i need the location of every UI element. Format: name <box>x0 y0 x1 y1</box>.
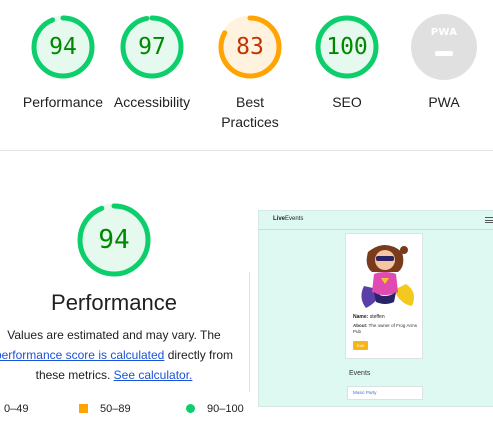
score-gauge: 97 <box>119 14 185 80</box>
screenshot-event-item: Music Party <box>347 386 423 400</box>
legend-pass-label: 90–100 <box>207 403 244 415</box>
score-calculated-link[interactable]: performance score is calculated <box>0 348 164 362</box>
performance-score-value: 94 <box>98 225 130 255</box>
pwa-badge-text: PWA <box>430 27 458 38</box>
gauge-label: PWA <box>428 94 460 110</box>
score-value: 83 <box>236 34 264 60</box>
gauge-best-practices[interactable]: 83 Best Practices <box>200 14 300 132</box>
legend-average-label: 50–89 <box>100 403 131 415</box>
desc-text: these metrics. <box>35 368 111 382</box>
gauge-label: Accessibility <box>113 94 191 110</box>
performance-title: Performance <box>51 290 177 315</box>
legend-fail: 0–49 <box>4 402 28 416</box>
desc-text: directly from <box>164 348 234 362</box>
screenshot-events-heading: Events <box>349 370 371 377</box>
screenshot-edit-button: Edit <box>353 341 368 350</box>
performance-description: Values are estimated and may vary. The p… <box>0 325 258 385</box>
gauge-label: Best Practices <box>221 94 279 130</box>
performance-score-gauge: 94 <box>76 202 152 278</box>
hamburger-icon <box>485 217 493 223</box>
page-screenshot[interactable]: LiveEvents Name: steffen About: The owne… <box>258 210 493 407</box>
gauge-label: SEO <box>332 94 362 110</box>
legend-fail-label: 0–49 <box>4 403 29 415</box>
score-gauge: 100 <box>314 14 380 80</box>
vertical-divider <box>249 272 250 392</box>
see-calculator-link[interactable]: See calculator. <box>114 368 193 382</box>
score-gauge: 83 <box>217 14 283 80</box>
legend-average: 50–89 <box>79 402 131 416</box>
score-value: 97 <box>138 34 166 60</box>
screenshot-profile-card: Name: steffen About: The owner of Frog A… <box>345 233 423 359</box>
desc-line-2: performance score is calculated directly… <box>0 345 258 365</box>
gauge-accessibility[interactable]: 97 Accessibility <box>102 14 202 112</box>
gauge-seo[interactable]: 100 SEO <box>297 14 397 112</box>
desc-line-3: these metrics. See calculator. <box>0 365 258 385</box>
gauge-pwa[interactable]: PWA PWA <box>394 14 493 112</box>
gauge-performance[interactable]: 94 Performance <box>13 14 113 112</box>
pwa-badge-bar <box>435 51 453 56</box>
pass-circle-icon <box>186 404 195 413</box>
screenshot-navbar: LiveEvents <box>259 211 493 230</box>
score-value: 100 <box>326 34 368 60</box>
average-square-icon <box>79 404 88 413</box>
pwa-badge-icon: PWA <box>411 14 477 80</box>
score-gauge: 94 <box>30 14 96 80</box>
screenshot-about: About: The owner of Frog Arms Pub <box>353 323 417 334</box>
desc-line-1: Values are estimated and may vary. The <box>7 328 221 342</box>
superhero-illustration-icon <box>361 245 414 308</box>
gauge-label: Performance <box>22 94 104 110</box>
legend-pass: 90–100 <box>186 402 244 416</box>
screenshot-name: Name: steffen <box>353 314 385 320</box>
section-divider <box>0 150 493 151</box>
score-value: 94 <box>49 34 77 60</box>
screenshot-brand: LiveEvents <box>273 216 304 222</box>
